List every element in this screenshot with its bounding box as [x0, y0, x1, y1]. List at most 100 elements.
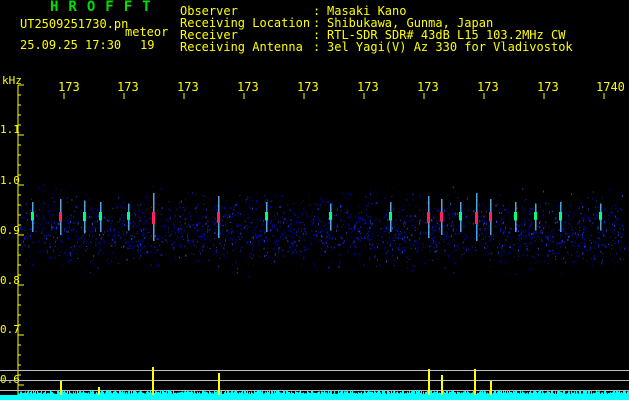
noise-speck — [381, 236, 383, 238]
trace-bar — [591, 391, 592, 395]
noise-speck — [331, 238, 333, 240]
noise-speck — [370, 193, 372, 196]
noise-speck — [528, 219, 530, 221]
trace-bar — [614, 390, 615, 395]
noise-speck — [338, 244, 340, 246]
trace-bar — [33, 390, 34, 395]
trace-bar — [311, 390, 312, 395]
trace-bar — [322, 391, 323, 395]
noise-speck — [431, 227, 432, 230]
noise-speck — [206, 208, 207, 211]
noise-speck — [76, 205, 78, 208]
noise-speck — [47, 210, 49, 213]
noise-speck — [57, 247, 59, 249]
noise-speck — [524, 243, 526, 245]
trace-bar — [260, 390, 261, 395]
trace-bar — [571, 391, 572, 395]
noise-speck — [151, 206, 152, 208]
noise-speck — [258, 191, 260, 194]
noise-speck — [300, 222, 302, 224]
noise-speck — [190, 218, 192, 221]
noise-speck — [219, 242, 220, 245]
noise-speck — [197, 206, 199, 208]
noise-speck — [548, 211, 550, 214]
noise-speck — [454, 262, 456, 265]
trace-bar — [515, 390, 516, 395]
noise-speck — [352, 242, 354, 245]
noise-speck — [103, 243, 105, 245]
noise-speck — [486, 222, 488, 225]
noise-speck — [594, 242, 596, 244]
noise-speck — [428, 258, 430, 260]
noise-speck — [250, 221, 252, 223]
noise-speck — [55, 187, 57, 190]
noise-speck — [420, 245, 422, 247]
noise-speck — [78, 242, 80, 243]
trace-bar — [31, 390, 32, 395]
noise-speck — [490, 239, 492, 241]
noise-speck — [453, 256, 455, 258]
trace-bar — [306, 393, 307, 395]
noise-speck — [456, 230, 458, 233]
noise-speck — [466, 197, 468, 200]
noise-speck — [316, 234, 318, 236]
noise-speck — [23, 244, 25, 246]
noise-speck — [439, 225, 441, 228]
noise-speck — [587, 208, 589, 211]
noise-speck — [289, 230, 291, 233]
noise-speck — [541, 239, 543, 242]
noise-speck — [488, 236, 490, 238]
noise-speck — [180, 235, 182, 237]
noise-speck — [88, 199, 90, 201]
trace-bar — [394, 390, 395, 395]
noise-speck — [582, 200, 584, 202]
noise-speck — [583, 231, 585, 233]
noise-speck — [147, 267, 149, 268]
noise-speck — [175, 254, 177, 257]
noise-speck — [589, 246, 591, 249]
noise-speck — [336, 226, 338, 229]
noise-speck — [37, 214, 39, 217]
noise-speck — [313, 238, 315, 240]
trace-bar — [297, 391, 298, 395]
noise-speck — [489, 258, 491, 261]
noise-speck — [212, 222, 214, 225]
noise-speck — [170, 233, 172, 235]
noise-speck — [592, 222, 594, 225]
noise-speck — [160, 187, 162, 190]
noise-speck — [109, 233, 111, 235]
noise-speck — [89, 205, 91, 208]
noise-speck — [318, 240, 320, 242]
noise-speck — [303, 256, 305, 258]
noise-speck — [531, 223, 533, 225]
noise-speck — [225, 239, 226, 242]
noise-speck — [478, 202, 480, 205]
trace-bar — [419, 390, 420, 395]
noise-speck — [504, 230, 506, 232]
trace-bar — [32, 393, 33, 395]
noise-speck — [551, 249, 553, 252]
noise-speck — [274, 214, 276, 217]
noise-speck — [551, 210, 553, 213]
noise-speck — [256, 208, 258, 210]
noise-speck — [319, 225, 321, 227]
trace-bar — [518, 392, 519, 395]
noise-speck — [137, 255, 138, 258]
noise-speck — [344, 214, 346, 215]
noise-speck — [224, 244, 226, 246]
noise-speck — [315, 203, 317, 205]
noise-speck — [44, 246, 46, 248]
noise-speck — [301, 264, 302, 267]
noise-speck — [549, 235, 551, 237]
noise-speck — [285, 234, 287, 236]
noise-speck — [75, 196, 77, 198]
trace-bar — [42, 393, 43, 395]
trace-bar — [530, 391, 531, 395]
trace-bar — [324, 390, 325, 395]
noise-speck — [324, 244, 326, 246]
trace-bar — [404, 393, 405, 395]
noise-speck — [577, 197, 579, 199]
noise-speck — [235, 203, 237, 206]
noise-speck — [582, 217, 584, 220]
trace-bar — [596, 391, 597, 395]
